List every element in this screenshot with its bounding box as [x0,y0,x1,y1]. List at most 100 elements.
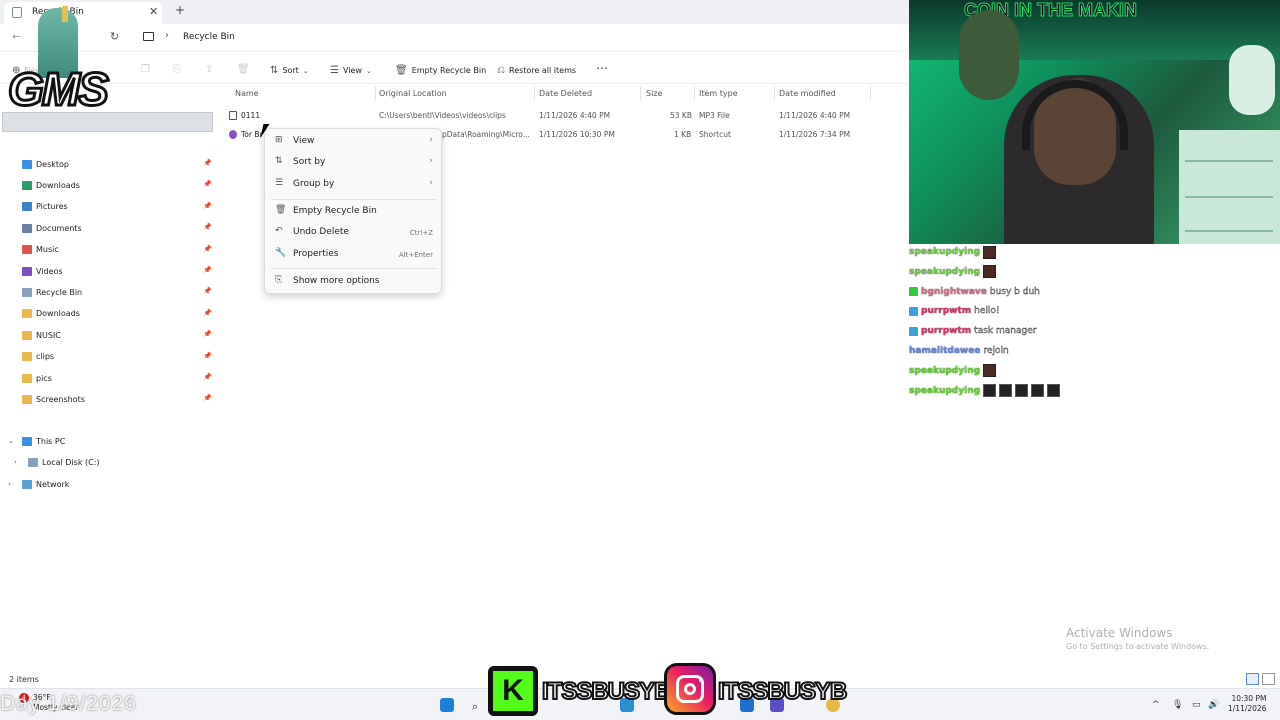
breadcrumb[interactable]: Recycle Bin [183,32,235,42]
pin-icon[interactable]: 📌 [203,287,212,295]
close-tab-icon[interactable]: ✕ [149,5,158,18]
view-button[interactable]: ☰ View ⌄ [330,65,372,76]
file-date-deleted: 1/11/2026 4:40 PM [539,111,611,120]
copy-icon[interactable]: ❐ [141,64,150,75]
pin-icon[interactable]: 📌 [203,202,212,210]
clock-time: 10:30 PM [1231,694,1267,703]
pin-icon[interactable]: 📌 [203,394,212,402]
sort-button[interactable]: ⇅ Sort ⌄ [270,65,309,76]
sidebar-item-music[interactable]: Music [22,243,59,257]
folder-icon [22,180,32,190]
col-size[interactable]: Size [646,89,662,98]
chevron-down-icon: ⌄ [365,66,372,75]
dresser [1179,130,1280,244]
pin-icon[interactable]: 📌 [203,373,212,381]
restore-all-button[interactable]: ⎌ Restore all items [497,65,576,76]
volume-icon[interactable]: 🔊 [1208,700,1219,710]
sidebar-item-videos[interactable]: Videos [22,264,63,278]
sidebar-item-downloads[interactable]: Downloads [22,178,80,192]
delete-icon[interactable]: 🗑 [237,64,250,75]
col-date-modified[interactable]: Date modified [779,89,836,98]
restore-icon: ⎌ [497,65,505,76]
expand-this-pc-icon[interactable]: ⌄ [8,437,14,445]
chevron-up-icon[interactable]: ^ [1152,700,1160,710]
details-view-icon[interactable] [1246,673,1259,685]
sidebar-item-local-disk[interactable]: Local Disk (C:) [28,455,100,469]
chevron-right-icon[interactable]: › [165,30,169,41]
pin-icon[interactable]: 📌 [203,223,212,231]
sidebar-item-screenshots[interactable]: Screenshots [22,392,85,406]
share-icon[interactable]: ⇪ [205,64,213,75]
menu-item-group-by[interactable]: ☰ Group by › [265,175,443,195]
sidebar-item-label: NUSIC [36,330,61,340]
col-original-location[interactable]: Original Location [379,89,447,98]
microphone-icon[interactable]: 🎙 [1172,700,1183,710]
instagram-handle: ITSSBUSYB [717,677,848,706]
pin-icon[interactable]: 📌 [203,266,212,274]
col-date-deleted[interactable]: Date Deleted [539,89,592,98]
new-tab-button[interactable]: + [175,3,185,17]
folder-icon [22,245,32,255]
table-row[interactable]: 0111 C:\Users\bentl\Videos\videos\clips … [222,107,872,123]
folder-icon [22,223,32,233]
clock[interactable]: 10:30 PM 1/11/2026 [1228,694,1266,714]
wrench-icon: 🔧 [275,248,287,258]
pin-icon[interactable]: 📌 [203,352,212,360]
menu-item-show-more-options[interactable]: ⎘ Show more options [265,272,443,292]
col-item-type[interactable]: Item type [699,89,738,98]
column-separator[interactable] [694,86,695,100]
sort-icon: ⇅ [270,65,279,76]
menu-item-view[interactable]: ⊞ View › [265,132,443,152]
expand-network-icon[interactable]: › [8,480,11,488]
chat-badge-icon [909,306,918,316]
col-name[interactable]: Name [235,89,259,98]
sidebar-item-desktop[interactable]: Desktop [22,157,69,171]
menu-item-undo-delete[interactable]: ↶ Undo Delete Ctrl+Z [265,223,443,243]
column-separator[interactable] [534,86,535,100]
pin-icon[interactable]: 📌 [203,245,212,253]
chevron-right-icon: › [429,156,433,166]
sidebar-item-nusic[interactable]: NUSIC [22,328,61,342]
chat-emote-icon [1015,384,1029,398]
tiles-view-icon[interactable] [1262,673,1275,685]
sidebar-item-network[interactable]: Network [22,477,69,491]
file-name: Tor Br [241,130,263,139]
list-icon: ☰ [275,178,284,188]
chevron-right-icon: › [429,178,433,188]
more-options-icon[interactable]: ⋯ [596,61,609,75]
activate-windows-watermark: Activate Windows Go to Settings to activ… [1066,626,1209,651]
network-tray-icon[interactable]: ▭ [1192,700,1201,710]
start-icon[interactable] [440,698,454,712]
chat-username: bgnightwave [921,286,987,297]
chat-emote-icon [999,384,1013,398]
empty-recycle-bin-button[interactable]: 🗑 Empty Recycle Bin [395,65,486,76]
column-separator[interactable] [640,86,641,100]
menu-item-empty-recycle-bin[interactable]: 🗑 Empty Recycle Bin [265,202,443,222]
column-separator[interactable] [870,86,871,100]
webcam-feed: COIN IN THE MAKIN [909,0,1280,244]
folder-icon [22,309,32,319]
sidebar-item-documents[interactable]: Documents [22,221,82,235]
menu-item-properties[interactable]: 🔧 Properties Alt+Enter [265,245,443,265]
sidebar-item-recycle-bin[interactable]: Recycle Bin [22,285,82,299]
column-separator[interactable] [375,86,376,100]
sidebar-item-pictures[interactable]: Pictures [22,200,68,214]
sidebar-item-this-pc[interactable]: This PC [22,434,65,448]
pin-icon[interactable]: 📌 [203,330,212,338]
logo-text: GMS [7,62,111,117]
sidebar-item-clips[interactable]: clips [22,350,54,364]
pin-icon[interactable]: 📌 [203,159,212,167]
rename-icon[interactable]: ⎘ [173,64,181,75]
folder-icon [22,266,32,276]
column-separator[interactable] [774,86,775,100]
sidebar-item-downloads[interactable]: Downloads [22,307,80,321]
expand-disk-icon[interactable]: › [14,458,17,466]
sidebar-item-label: Pictures [36,202,68,212]
sidebar-item-pics[interactable]: pics [22,371,52,385]
sidebar-item-label: Videos [36,266,63,276]
menu-item-sort-by[interactable]: ⇅ Sort by › [265,153,443,173]
pin-icon[interactable]: 📌 [203,309,212,317]
search-icon[interactable]: ⌕ [472,700,478,714]
pin-icon[interactable]: 📌 [203,180,212,188]
menu-label: Sort by [293,157,326,167]
